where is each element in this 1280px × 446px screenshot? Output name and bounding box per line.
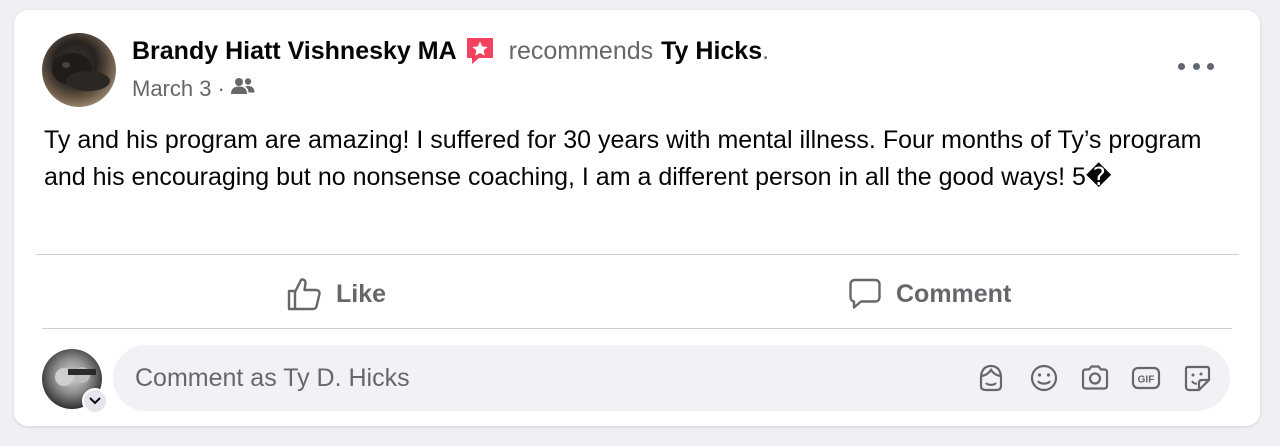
author-avatar[interactable] bbox=[42, 33, 116, 107]
author-name[interactable]: Brandy Hiatt Vishnesky MA bbox=[132, 37, 457, 66]
avatar-sticker-icon[interactable] bbox=[975, 362, 1007, 394]
comment-label: Comment bbox=[896, 279, 1012, 308]
more-options-icon[interactable] bbox=[1178, 58, 1214, 74]
comment-input[interactable]: Comment as Ty D. Hicks GIF bbox=[113, 345, 1230, 411]
like-label: Like bbox=[336, 279, 387, 308]
friends-icon[interactable] bbox=[230, 76, 255, 102]
thumbs-up-icon bbox=[287, 278, 321, 311]
dot-icon bbox=[1207, 62, 1214, 70]
post-meta: March 3 · bbox=[132, 76, 255, 102]
post-date[interactable]: March 3 bbox=[132, 76, 211, 102]
recommendation-badge-icon bbox=[465, 36, 495, 66]
divider bbox=[36, 254, 1239, 255]
recommended-page-name[interactable]: Ty Hicks bbox=[661, 37, 762, 66]
post-body: Ty and his program are amazing! I suffer… bbox=[44, 126, 1202, 191]
dot-icon bbox=[1178, 62, 1185, 70]
post-header: Brandy Hiatt Vishnesky MA recommends Ty … bbox=[132, 36, 769, 66]
comment-bubble-icon bbox=[849, 278, 881, 309]
comment-button[interactable]: Comment bbox=[848, 272, 1011, 316]
like-button[interactable]: Like bbox=[286, 272, 386, 316]
comment-placeholder: Comment as Ty D. Hicks bbox=[135, 364, 410, 392]
gif-icon[interactable]: GIF bbox=[1130, 362, 1162, 394]
account-switcher-chevron-icon[interactable] bbox=[82, 388, 108, 414]
period: . bbox=[762, 36, 770, 65]
meta-separator: · bbox=[217, 76, 225, 101]
sticker-icon[interactable] bbox=[1181, 362, 1213, 394]
divider bbox=[42, 328, 1232, 329]
emoji-icon[interactable] bbox=[1028, 362, 1060, 394]
dot-icon bbox=[1192, 62, 1200, 70]
recommends-text: recommends bbox=[508, 36, 654, 65]
svg-text:GIF: GIF bbox=[1138, 375, 1155, 386]
camera-icon[interactable] bbox=[1079, 362, 1111, 394]
